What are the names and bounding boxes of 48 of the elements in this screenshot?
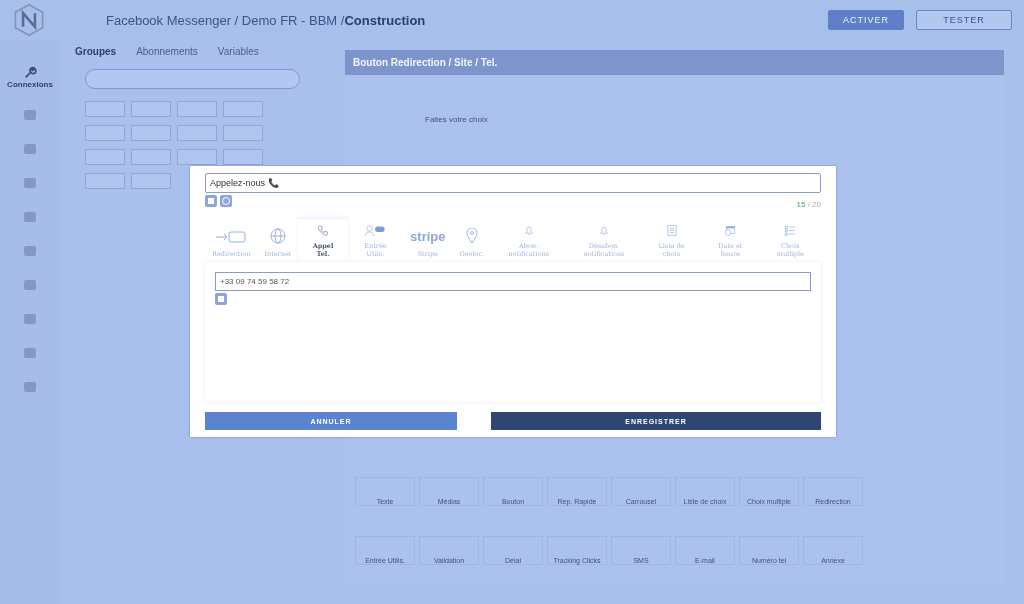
format-icon[interactable] xyxy=(215,293,227,305)
element-chip[interactable] xyxy=(85,149,125,165)
breadcrumb: Facebook Messenger / Demo FR - BBM / xyxy=(106,12,345,28)
header-button[interactable]: TESTER xyxy=(916,10,1012,30)
element-chip[interactable] xyxy=(85,101,125,117)
element-chip[interactable] xyxy=(223,149,263,165)
nav-icon[interactable] xyxy=(22,141,38,157)
element-chip[interactable] xyxy=(131,101,171,117)
char-limit: / 20 xyxy=(807,200,821,209)
arrow-box-icon xyxy=(215,230,248,244)
element-chip[interactable] xyxy=(223,101,263,117)
panel-tab[interactable]: Groupes xyxy=(75,46,117,57)
element-chip[interactable] xyxy=(131,149,171,165)
nav-icon[interactable] xyxy=(22,209,38,225)
breadcrumb-current: Construction xyxy=(344,12,426,28)
header-button[interactable]: ACTIVER xyxy=(828,10,904,30)
wrench-icon[interactable] xyxy=(23,66,37,80)
element-chip[interactable] xyxy=(177,101,217,117)
stripe-logo: stripe xyxy=(410,229,446,244)
prompt-text: Faites votre choix xyxy=(425,115,489,124)
nav-icon[interactable] xyxy=(22,379,38,395)
nav-icon[interactable] xyxy=(22,345,38,361)
nav-icon[interactable] xyxy=(22,277,38,293)
editor-header: Bouton Redirection / Site / Tel. xyxy=(345,50,1004,75)
element-chip[interactable] xyxy=(85,125,125,141)
element-chip[interactable] xyxy=(131,125,171,141)
nav-icon[interactable] xyxy=(22,311,38,327)
title-field[interactable]: Appelez-nous 📞 xyxy=(205,173,821,193)
nav-icon[interactable] xyxy=(22,243,38,259)
element-chip[interactable] xyxy=(223,125,263,141)
globe-icon xyxy=(269,228,286,244)
list-icon xyxy=(664,225,679,236)
search-field[interactable] xyxy=(85,69,300,89)
nav-label[interactable]: Connexions xyxy=(7,80,53,89)
emoji-icon[interactable] xyxy=(220,195,232,207)
location-pin-icon xyxy=(465,228,478,244)
nav-icon[interactable] xyxy=(22,175,38,191)
panel-tab[interactable]: Variables xyxy=(217,46,259,57)
phone-field[interactable]: +33 09 74 59 58 72 xyxy=(215,272,811,291)
format-icon[interactable] xyxy=(205,195,217,207)
nav-icon[interactable] xyxy=(22,107,38,123)
element-chip[interactable] xyxy=(177,149,217,165)
element-chip[interactable] xyxy=(85,173,125,189)
element-chip[interactable] xyxy=(177,125,217,141)
panel-tab[interactable]: Abonnements xyxy=(136,46,198,57)
char-count: 15 xyxy=(796,200,806,209)
element-chip[interactable] xyxy=(131,173,171,189)
logo-icon xyxy=(12,3,46,37)
